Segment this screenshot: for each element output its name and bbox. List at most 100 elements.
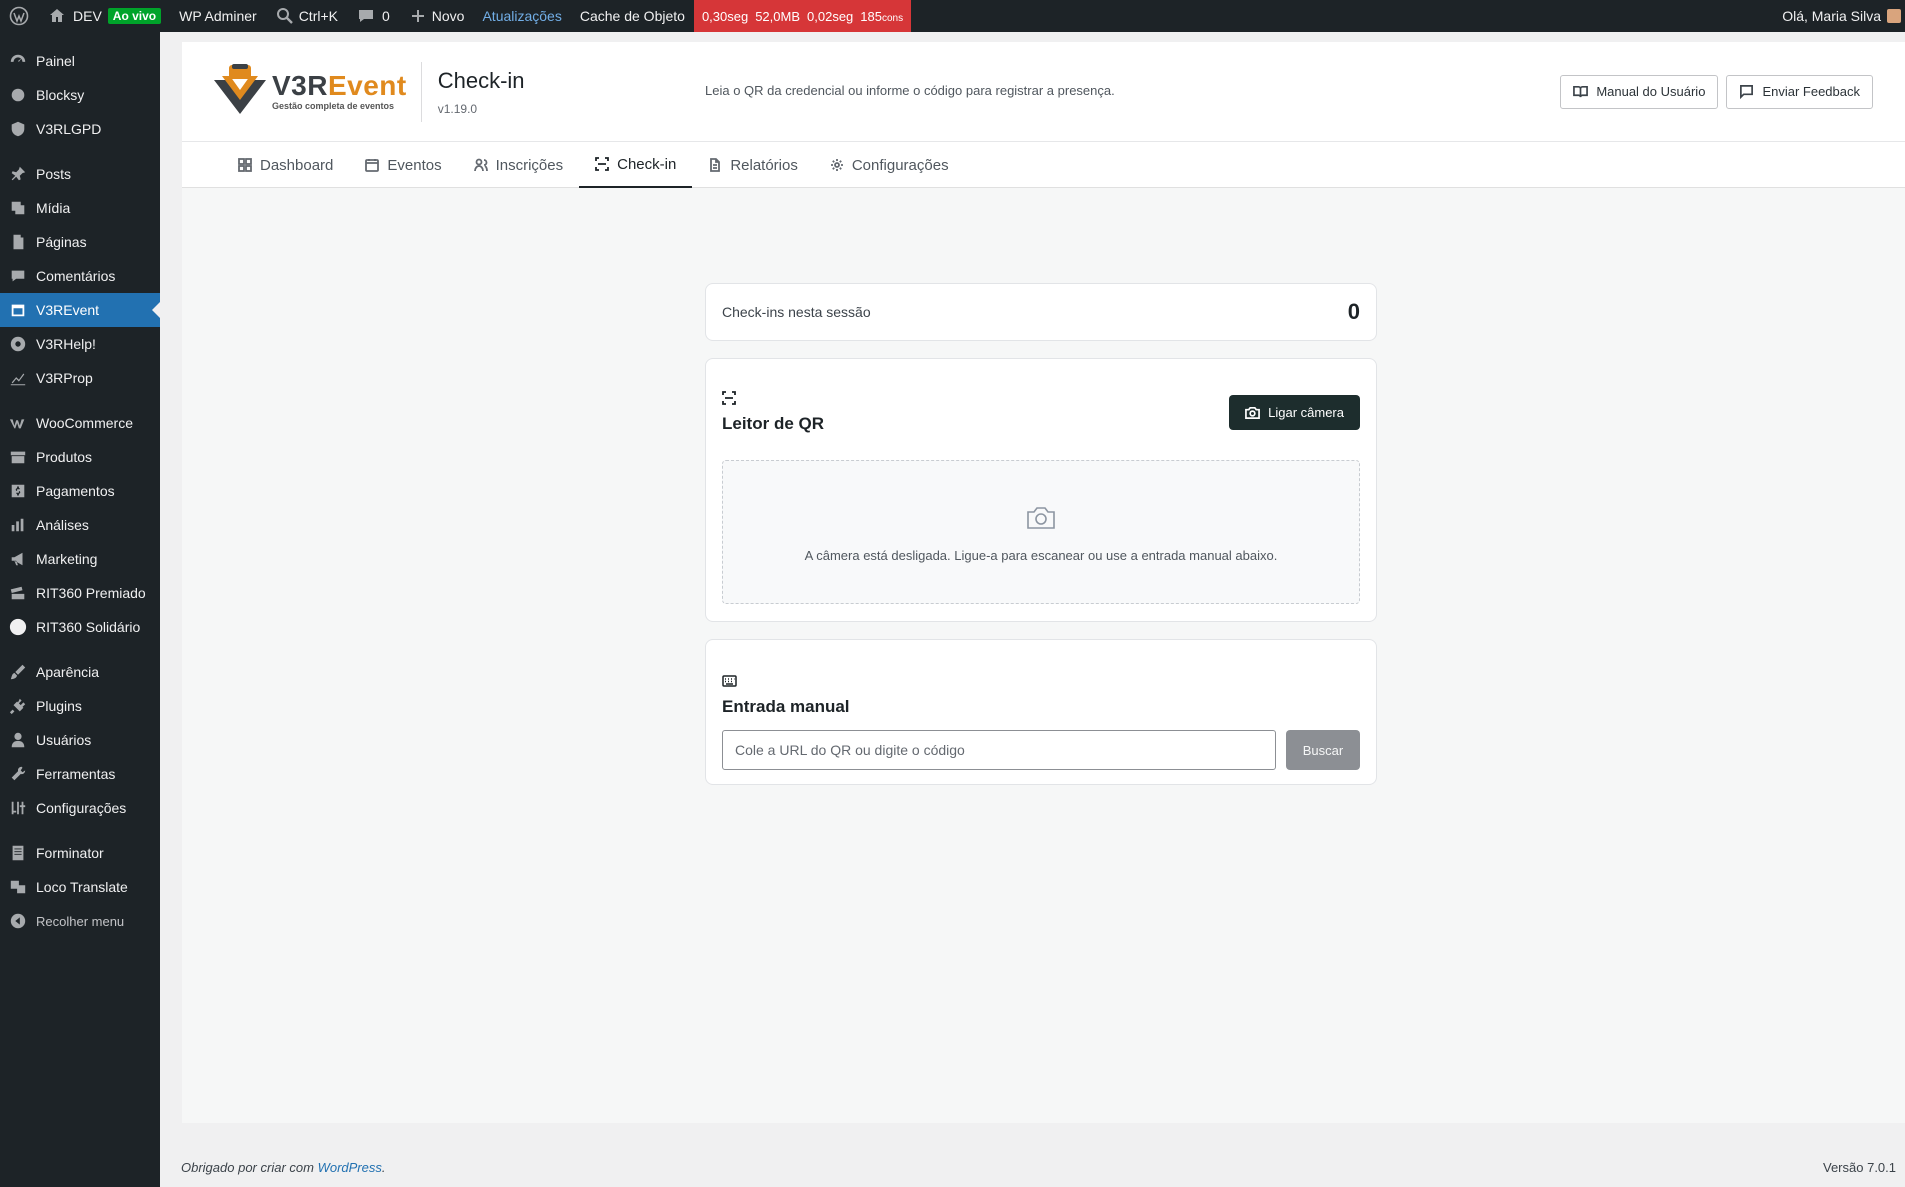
dollar-icon	[8, 481, 28, 501]
book-open-icon	[1573, 85, 1589, 98]
chart-line-icon	[8, 368, 28, 388]
menu-blocksy[interactable]: Blocksy	[0, 78, 160, 112]
tab-eventos[interactable]: Eventos	[349, 142, 457, 188]
comments-link[interactable]: 0	[347, 0, 399, 32]
menu-v3rprop[interactable]: V3RProp	[0, 361, 160, 395]
site-name: DEV	[73, 8, 102, 24]
avatar	[1887, 9, 1901, 23]
file-text-icon	[710, 158, 721, 172]
greeting: Olá, Maria Silva	[1782, 8, 1881, 24]
scan-icon	[595, 157, 610, 171]
wp-version: Versão 7.0.1	[1823, 1160, 1896, 1175]
session-counter-card: Check-ins nesta sessão 0	[705, 283, 1377, 341]
manual-entry-title: Entrada manual	[722, 697, 850, 716]
keyboard-icon	[722, 675, 737, 687]
user-manual-button[interactable]: Manual do Usuário	[1560, 74, 1719, 109]
media-icon	[8, 198, 28, 218]
search-button[interactable]: Buscar	[1286, 730, 1360, 770]
search-icon	[276, 8, 293, 24]
comments-count: 0	[381, 8, 390, 24]
tab-relatorios[interactable]: Relatórios	[692, 142, 814, 188]
footer-thanks: Obrigado por criar com WordPress.	[181, 1160, 386, 1175]
menu-rit360-premiado[interactable]: RIT360 Premiado	[0, 576, 160, 610]
gear-icon	[830, 159, 843, 171]
v3revent-logo-icon	[214, 63, 266, 114]
menu-rit360-solidario[interactable]: RIT360 Solidário	[0, 610, 160, 644]
wordpress-link[interactable]: WordPress	[318, 1160, 382, 1175]
menu-configuracoes[interactable]: Configurações	[0, 791, 160, 825]
scan-icon	[722, 391, 736, 405]
pages-icon	[8, 232, 28, 252]
manual-code-input[interactable]	[722, 730, 1276, 770]
plug-icon	[8, 696, 28, 716]
menu-midia[interactable]: Mídia	[0, 191, 160, 225]
menu-v3revent[interactable]: V3REvent	[0, 293, 160, 327]
shield-icon	[8, 119, 28, 139]
turn-on-camera-button[interactable]: Ligar câmera	[1229, 395, 1360, 430]
counter-label: Check-ins nesta sessão	[722, 304, 871, 320]
logo-tagline: Gestão completa de eventos	[272, 101, 395, 111]
menu-v3rhelp[interactable]: V3RHelp!	[0, 327, 160, 361]
query-monitor-stats[interactable]: 0,30seg 52,0MB 0,02seg 185cons	[693, 0, 912, 32]
object-cache-link[interactable]: Cache de Objeto	[571, 0, 694, 32]
camera-icon	[1027, 506, 1055, 529]
brush-icon	[8, 662, 28, 682]
menu-analises[interactable]: Análises	[0, 508, 160, 542]
translate-icon	[8, 877, 28, 897]
tickets-icon	[8, 583, 28, 603]
menu-paginas[interactable]: Páginas	[0, 225, 160, 259]
new-content-menu[interactable]: Novo	[399, 0, 474, 32]
dashboard-icon	[8, 51, 28, 71]
menu-painel[interactable]: Painel	[0, 44, 160, 78]
plugin-panel: V3REvent Gestão completa de eventos Chec…	[182, 42, 1905, 1123]
settings-icon	[8, 798, 28, 818]
manual-entry-card: Entrada manual Buscar	[705, 639, 1377, 785]
menu-comentarios[interactable]: Comentários	[0, 259, 160, 293]
camera-icon	[1245, 406, 1261, 419]
updates-link[interactable]: Atualizações	[473, 0, 570, 32]
menu-pagamentos[interactable]: Pagamentos	[0, 474, 160, 508]
collapse-menu-button[interactable]: Recolher menu	[0, 904, 160, 938]
message-square-icon	[1740, 85, 1754, 99]
menu-usuarios[interactable]: Usuários	[0, 723, 160, 757]
qr-reader-title: Leitor de QR	[722, 414, 825, 433]
live-badge: Ao vivo	[107, 8, 162, 24]
qr-reader-card: Leitor de QR Ligar câmera A câmera está …	[705, 358, 1377, 622]
circle-icon	[8, 617, 28, 637]
menu-loco-translate[interactable]: Loco Translate	[0, 870, 160, 904]
users-icon	[473, 158, 488, 172]
account-menu[interactable]: Olá, Maria Silva	[1782, 8, 1905, 24]
tab-configuracoes[interactable]: Configurações	[814, 142, 965, 188]
tab-dashboard[interactable]: Dashboard	[222, 142, 349, 188]
plus-icon	[411, 10, 424, 22]
tab-check-in[interactable]: Check-in	[579, 142, 693, 188]
menu-aparencia[interactable]: Aparência	[0, 655, 160, 689]
menu-produtos[interactable]: Produtos	[0, 440, 160, 474]
collapse-icon	[8, 911, 28, 931]
admin-footer: Obrigado por criar com WordPress. Versão…	[181, 1160, 1896, 1175]
plugin-tabs: Dashboard Eventos Inscrições Check-in Re…	[182, 142, 1905, 188]
blocksy-icon	[8, 85, 28, 105]
menu-woocommerce[interactable]: WooCommerce	[0, 406, 160, 440]
menu-posts[interactable]: Posts	[0, 157, 160, 191]
checkin-intro: Leia o QR da credencial ou informe o cód…	[705, 83, 1115, 98]
tab-inscricoes[interactable]: Inscrições	[458, 142, 580, 188]
menu-v3rlgpd[interactable]: V3RLGPD	[0, 112, 160, 146]
calendar-icon	[8, 300, 28, 320]
menu-forminator[interactable]: Forminator	[0, 836, 160, 870]
admin-bar: DEV Ao vivo WP Adminer Ctrl+K 0 Novo Atu…	[0, 0, 1905, 32]
form-icon	[8, 843, 28, 863]
home-icon	[50, 9, 64, 22]
menu-plugins[interactable]: Plugins	[0, 689, 160, 723]
wp-adminer-link[interactable]: WP Adminer	[170, 0, 266, 32]
menu-ferramentas[interactable]: Ferramentas	[0, 757, 160, 791]
comment-bubble-icon	[358, 10, 373, 22]
calendar-icon	[365, 159, 380, 172]
admin-sidebar: Painel Blocksy V3RLGPD Posts Mídia Págin…	[0, 32, 160, 1187]
wordpress-logo-icon[interactable]	[0, 0, 38, 32]
menu-marketing[interactable]: Marketing	[0, 542, 160, 576]
search-shortcut[interactable]: Ctrl+K	[266, 0, 347, 32]
site-name-link[interactable]: DEV Ao vivo	[38, 0, 170, 32]
counter-value: 0	[1347, 299, 1360, 324]
send-feedback-button[interactable]: Enviar Feedback	[1726, 74, 1873, 109]
